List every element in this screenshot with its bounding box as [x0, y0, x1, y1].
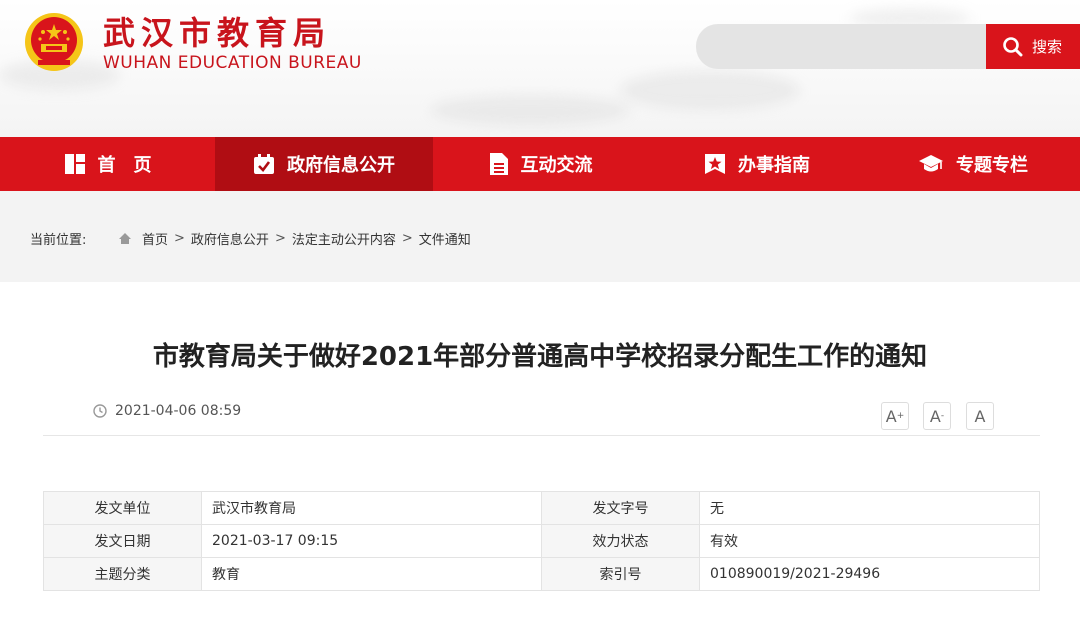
info-value: 2021-03-17 09:15 — [201, 524, 542, 558]
breadcrumb-separator: > — [274, 230, 286, 246]
graduation-cap-icon — [919, 155, 943, 172]
article-title: 市教育局关于做好2021年部分普通高中学校招录分配生工作的通知 — [152, 342, 928, 372]
breadcrumb-separator: > — [174, 230, 185, 246]
site-header: 武汉市教育局 WUHAN EDUCATION BUREAU 搜索 — [0, 0, 1080, 137]
home-icon — [119, 232, 131, 244]
breadcrumb-home[interactable]: 首页 — [142, 229, 168, 248]
article-meta: 2021-04-06 08:59 A + A- A — [43, 396, 1040, 436]
publish-time-value: 2021-04-06 08:59 — [115, 403, 242, 419]
font-increase-button[interactable]: A + — [881, 402, 909, 430]
font-decrease-button[interactable]: A- — [923, 402, 951, 430]
nav-item-home[interactable]: 首 页 — [0, 137, 215, 191]
breadcrumb-government-info[interactable]: 政府信息公开 — [191, 229, 269, 248]
info-key: 发文单位 — [43, 491, 202, 525]
nav-label: 政府信息公开 — [287, 155, 395, 176]
site-title[interactable]: 武汉市教育局 — [103, 8, 331, 54]
nav-item-special-topics[interactable]: 专题专栏 — [866, 137, 1080, 191]
nav-item-service-guide[interactable]: 办事指南 — [648, 137, 866, 191]
search-input[interactable] — [696, 24, 986, 69]
info-value: 有效 — [699, 524, 1040, 558]
search-button-label: 搜索 — [1032, 38, 1063, 56]
clock-icon — [93, 404, 107, 418]
national-emblem-icon[interactable] — [24, 12, 84, 72]
breadcrumb: 当前位置: 首页 > 政府信息公开 > 法定主动公开内容 > 文件通知 — [0, 218, 1080, 258]
table-row: 主题分类 教育 索引号 010890019/2021-29496 — [43, 557, 1040, 591]
font-reset-button[interactable]: A — [966, 402, 994, 430]
info-key: 索引号 — [541, 557, 700, 591]
info-key: 效力状态 — [541, 524, 700, 558]
home-grid-icon — [64, 154, 85, 174]
nav-label: 首 页 — [97, 155, 152, 176]
breadcrumb-statutory-disclosure[interactable]: 法定主动公开内容 — [292, 229, 396, 248]
breadcrumb-band — [0, 258, 1080, 282]
info-key: 主题分类 — [43, 557, 202, 591]
breadcrumb-document-notices[interactable]: 文件通知 — [419, 229, 471, 248]
breadcrumb-band — [0, 191, 1080, 218]
background-cloud — [430, 95, 630, 125]
info-key: 发文字号 — [541, 491, 700, 525]
table-row: 发文单位 武汉市教育局 发文字号 无 — [43, 491, 1040, 525]
nav-label: 互动交流 — [520, 155, 593, 176]
site-subtitle: WUHAN EDUCATION BUREAU — [103, 53, 362, 73]
nav-item-government-info[interactable]: 政府信息公开 — [215, 137, 433, 191]
nav-item-interaction[interactable]: 互动交流 — [433, 137, 648, 191]
breadcrumb-label: 当前位置: — [30, 232, 87, 248]
search-icon — [1003, 36, 1023, 56]
table-row: 发文日期 2021-03-17 09:15 效力状态 有效 — [43, 524, 1040, 558]
info-value: 教育 — [201, 557, 542, 591]
main-nav: 首 页 政府信息公开 互动交流 办事指南 专题专栏 — [0, 137, 1080, 191]
nav-label: 办事指南 — [738, 155, 810, 176]
document-icon — [489, 153, 508, 175]
calendar-check-icon — [254, 154, 274, 174]
info-value: 武汉市教育局 — [201, 491, 542, 525]
nav-label: 专题专栏 — [956, 155, 1028, 176]
info-value: 010890019/2021-29496 — [699, 557, 1040, 591]
publish-time: 2021-04-06 08:59 — [93, 403, 241, 419]
search-button[interactable]: 搜索 — [986, 24, 1080, 69]
document-info-table: 发文单位 武汉市教育局 发文字号 无 发文日期 2021-03-17 09:15… — [43, 491, 1040, 591]
info-key: 发文日期 — [43, 524, 202, 558]
star-bookmark-icon — [705, 154, 725, 174]
breadcrumb-separator: > — [401, 230, 413, 246]
background-mountain — [620, 70, 800, 110]
info-value: 无 — [699, 491, 1040, 525]
